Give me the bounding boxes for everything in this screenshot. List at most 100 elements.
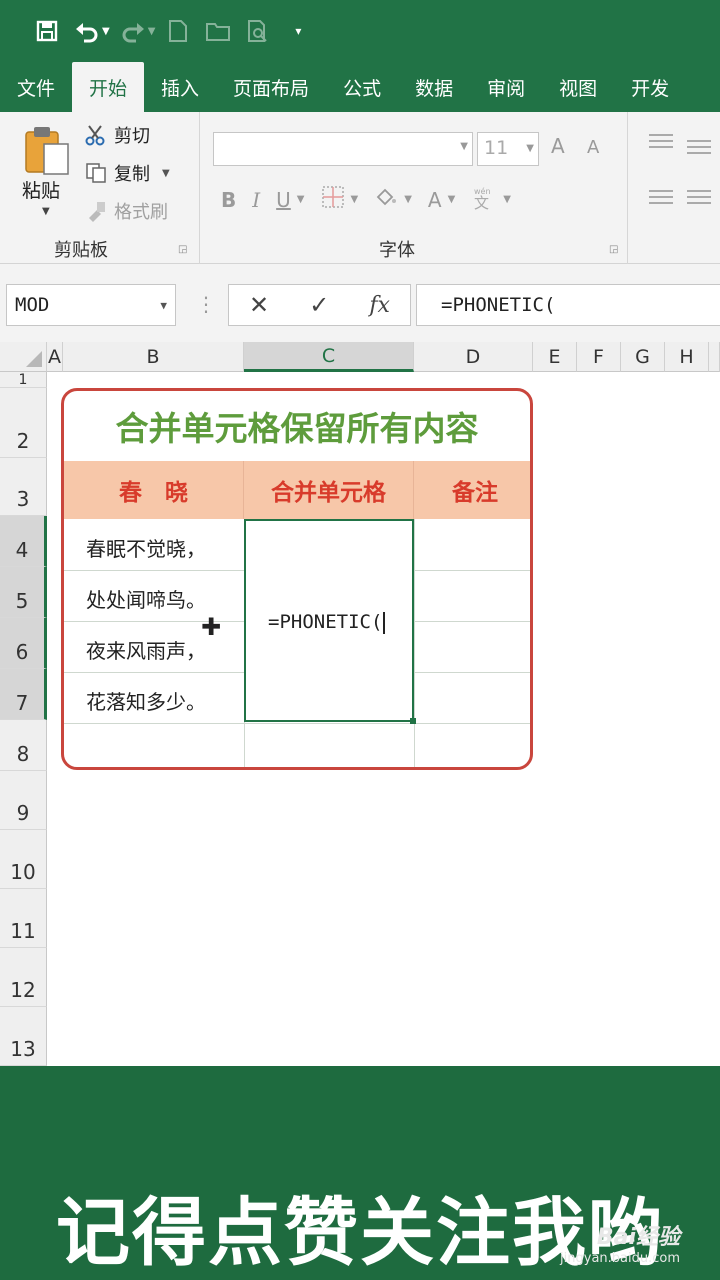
header-cell[interactable]: 合并单元格 [244,461,414,519]
dialog-launcher-icon[interactable]: ◲ [609,244,618,255]
row-header-selected[interactable]: 4 [0,516,47,567]
paste-dropdown-icon[interactable]: ▼ [42,206,50,217]
format-painter-button[interactable]: 格式刷 [84,198,168,224]
open-folder-icon[interactable] [201,14,235,48]
table-cell[interactable]: 夜来风雨声， [86,635,206,664]
save-icon[interactable] [30,14,64,48]
drag-handle-icon[interactable]: ⋮ [196,292,216,316]
cut-button[interactable]: 剪切 [84,122,150,148]
grow-font-button[interactable]: A [551,134,565,158]
fill-handle[interactable] [410,718,416,724]
copy-button[interactable]: 复制 ▼ [84,160,170,186]
mouse-cursor-icon: ✚ [201,613,222,641]
bold-button[interactable]: B [221,188,236,212]
font-size-combobox[interactable]: 11 ▼ [477,132,539,166]
font-color-dropdown-icon[interactable]: ▼ [448,194,456,205]
cancel-button[interactable]: ✕ [249,291,269,319]
table-cell[interactable]: 春眠不觉晓， [86,533,206,562]
column-header[interactable]: F [577,342,621,372]
border-dropdown-icon[interactable]: ▼ [351,194,359,205]
tab-insert[interactable]: 插入 [144,62,216,112]
phonetic-dropdown-icon[interactable]: ▼ [503,194,511,205]
print-preview-icon[interactable] [241,14,275,48]
column-header[interactable]: B [63,342,244,372]
row-header[interactable]: 1 [0,372,47,388]
watermark-logo: Bai经验 [596,1225,680,1250]
phonetic-icon[interactable]: wén 文 [471,184,497,215]
table-cell[interactable]: 处处闻啼鸟。 [86,584,206,613]
redo-dropdown-icon[interactable]: ▼ [148,26,156,37]
column-header[interactable]: E [533,342,577,372]
row-header[interactable]: 13 [0,1007,47,1066]
active-merged-cell[interactable]: =PHONETIC( [244,519,416,724]
fill-color-icon[interactable] [374,185,398,214]
cell-edit-text: =PHONETIC( [268,611,385,634]
align-left-icon[interactable] [649,190,673,204]
table-cell[interactable]: 花落知多少。 [86,686,206,715]
tab-file[interactable]: 文件 [0,62,72,112]
grid-line [64,723,530,724]
worksheet[interactable]: A B C D E F G H 1 2 3 4 5 6 7 8 9 10 11 … [0,342,720,1066]
header-cell[interactable]: 备注 [414,461,530,519]
enter-button[interactable]: ✓ [309,291,329,319]
scissors-icon [84,123,108,147]
align-top-icon[interactable] [649,134,673,148]
column-header-selected[interactable]: C [244,342,414,372]
table-header-row: 春 晓 合并单元格 备注 [64,461,530,519]
column-header[interactable]: H [665,342,709,372]
chevron-down-icon[interactable]: ▼ [160,299,167,312]
border-icon[interactable] [321,185,345,214]
row-header[interactable]: 9 [0,771,47,830]
insert-function-button[interactable]: fx [369,293,390,318]
italic-button[interactable]: I [252,188,260,212]
select-all-button[interactable] [0,342,47,372]
tab-developer[interactable]: 开发 [614,62,686,112]
fill-color-dropdown-icon[interactable]: ▼ [404,194,412,205]
font-color-button[interactable]: A [428,188,442,212]
underline-dropdown-icon[interactable]: ▼ [297,194,305,205]
formula-input[interactable]: =PHONETIC( [416,284,720,326]
row-header[interactable]: 2 [0,388,47,458]
row-header-selected[interactable]: 5 [0,567,47,618]
redo-icon[interactable] [116,14,150,48]
undo-dropdown-icon[interactable]: ▼ [102,26,110,37]
header-cell[interactable]: 春 晓 [64,461,244,519]
new-file-icon[interactable] [161,14,195,48]
format-painter-label: 格式刷 [114,202,168,223]
align-center-icon[interactable] [687,190,711,204]
row-header[interactable]: 3 [0,458,47,516]
watermark: Bai经验 jingyan.baidu.com [560,1219,680,1266]
name-box[interactable]: MOD ▼ [6,284,176,326]
tab-home[interactable]: 开始 [72,62,145,112]
underline-button[interactable]: U [276,188,291,212]
tab-data[interactable]: 数据 [398,62,470,112]
shrink-font-button[interactable]: A [587,137,599,158]
column-header[interactable]: A [47,342,63,372]
column-header[interactable]: D [414,342,533,372]
row-header[interactable]: 12 [0,948,47,1007]
tab-review[interactable]: 审阅 [470,62,542,112]
tab-formulas[interactable]: 公式 [326,62,398,112]
dialog-launcher-icon[interactable]: ◲ [178,244,187,255]
row-header[interactable]: 11 [0,889,47,948]
svg-text:文: 文 [474,194,489,210]
align-middle-icon[interactable] [687,140,711,154]
undo-icon[interactable] [70,14,104,48]
row-header-selected[interactable]: 6 [0,618,47,669]
row-header[interactable]: 10 [0,830,47,889]
column-header[interactable]: G [621,342,665,372]
customize-icon[interactable]: ▾ [281,14,315,48]
font-format-row: B I U ▼ ▼ ▼ A ▼ wén 文 ▼ [221,184,511,215]
name-box-value: MOD [15,294,50,316]
copy-dropdown-icon[interactable]: ▼ [162,168,170,179]
font-name-combobox[interactable]: ▼ [213,132,473,166]
paste-button[interactable]: 粘贴 [22,176,60,203]
paste-icon[interactable] [24,124,70,176]
alignment-group [629,112,720,264]
row-header-selected[interactable]: 7 [0,669,47,720]
row-header[interactable]: 8 [0,720,47,771]
chevron-down-icon: ▼ [526,143,534,154]
tab-page-layout[interactable]: 页面布局 [216,62,326,112]
column-header[interactable] [709,342,720,372]
tab-view[interactable]: 视图 [542,62,614,112]
